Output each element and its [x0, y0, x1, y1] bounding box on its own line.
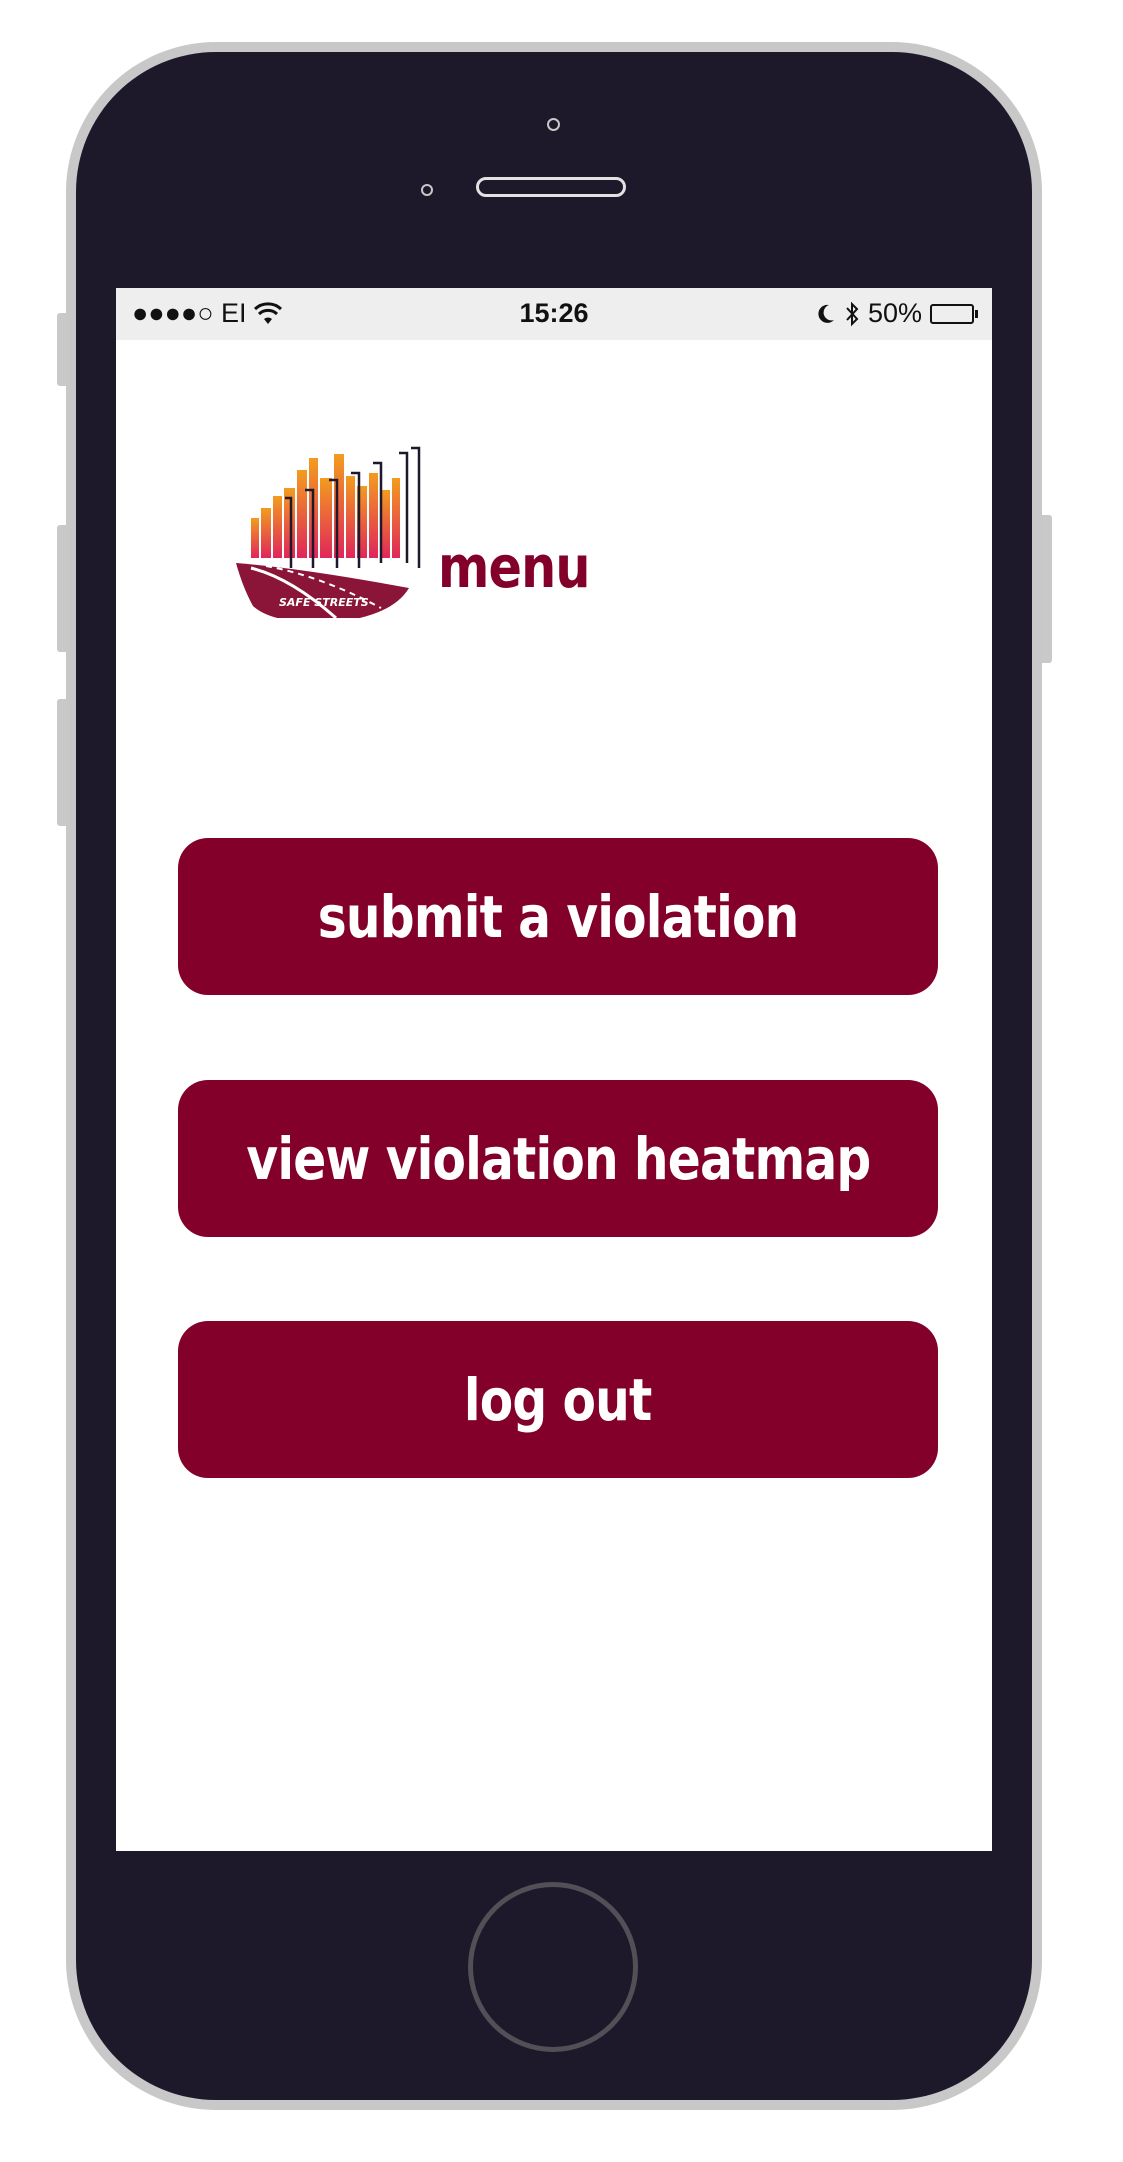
safe-streets-logo: SAFE STREETS	[236, 446, 421, 618]
log-out-button[interactable]: log out	[178, 1321, 938, 1478]
submit-violation-label: submit a violation	[317, 882, 799, 951]
device-mockup: ●●●●○ EI 15:26 50% SAFE STREETS menu sub…	[0, 0, 1123, 2162]
status-right: 50%	[816, 298, 978, 329]
moon-icon	[818, 304, 834, 323]
logo-text: SAFE STREETS	[279, 596, 369, 609]
front-camera-icon	[547, 118, 560, 131]
status-bar: ●●●●○ EI 15:26 50%	[116, 288, 992, 340]
earpiece-speaker	[476, 177, 626, 197]
battery-icon	[930, 303, 978, 324]
proximity-sensor-icon	[421, 184, 433, 196]
view-heatmap-label: view violation heatmap	[245, 1124, 871, 1193]
app-screen: ●●●●○ EI 15:26 50% SAFE STREETS menu sub…	[116, 288, 992, 1851]
page-title: menu	[438, 533, 590, 601]
view-heatmap-button[interactable]: view violation heatmap	[178, 1080, 938, 1237]
battery-percent: 50%	[867, 298, 922, 328]
bluetooth-icon	[846, 301, 859, 326]
submit-violation-button[interactable]: submit a violation	[178, 838, 938, 995]
log-out-label: log out	[464, 1365, 652, 1434]
home-button[interactable]	[468, 1882, 638, 2052]
